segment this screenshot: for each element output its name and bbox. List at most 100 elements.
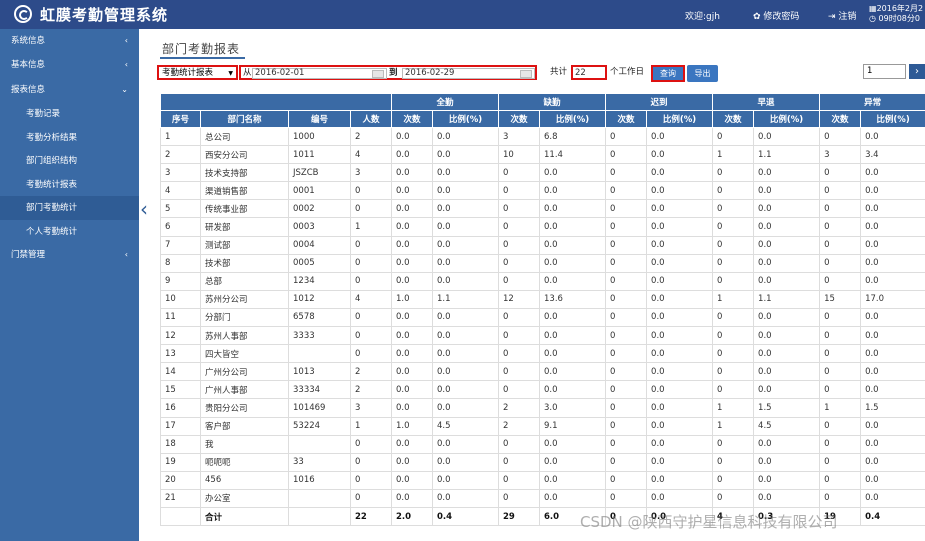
- table-cell: 0: [819, 199, 862, 219]
- sub-header-row: 序号 部门名称 编号 人数 次数 比例(%) 次数 比例(%) 次数 比例(%) 次数 比例(%) 次数…: [160, 110, 925, 128]
- page-number-input[interactable]: 1: [863, 64, 906, 79]
- table-cell: 0.0: [391, 126, 433, 147]
- calendar-icon[interactable]: [520, 70, 532, 78]
- table-cell: 0.0: [646, 253, 714, 273]
- date-to-input[interactable]: 2016-02-29: [402, 68, 535, 79]
- table-cell: 101469: [288, 398, 351, 418]
- table-cell: 0.0: [431, 126, 500, 147]
- table-row: 11 分部门 6578 0 0.0 0.0 0 0.0 0 0.0 0 0.0 0 0.0: [160, 307, 925, 328]
- table-cell: 0.0: [753, 253, 821, 273]
- table-body: 1 总公司 1000 2 0.0 0.0 3 6.8 0 0.0 0 0.0 0 0.0 2 西安分公司 101…: [160, 126, 925, 527]
- table-cell: 12: [498, 289, 541, 309]
- datetime-display: ▦2016年2月2 ◷ 09时08分0: [869, 4, 923, 24]
- table-cell: 2: [498, 398, 541, 418]
- table-cell: 0.0: [646, 398, 714, 418]
- table-cell: 0.0: [646, 199, 714, 219]
- table-cell: 0: [498, 307, 541, 328]
- table-cell: 0: [350, 307, 392, 328]
- sidebar-item-system-info[interactable]: 系统信息 ‹: [0, 29, 139, 53]
- table-cell: 0.0: [539, 163, 607, 183]
- table-cell: 0: [819, 452, 862, 472]
- sidebar-item-label: 个人考勤统计: [26, 227, 78, 237]
- calendar-icon: ▦: [869, 4, 877, 13]
- table-cell: 技术部: [200, 253, 289, 273]
- table-cell: 0.0: [391, 488, 433, 508]
- table-cell: 0: [605, 253, 648, 273]
- table-row: 6 研发部 0003 1 0.0 0.0 0 0.0 0 0.0 0 0.0 0 0.0: [160, 217, 925, 237]
- table-cell: 0.0: [431, 470, 500, 490]
- table-cell: 1.0: [391, 289, 433, 309]
- table-cell: 4.5: [431, 416, 500, 436]
- calendar-icon[interactable]: [372, 70, 384, 78]
- table-cell: 0.0: [391, 362, 433, 382]
- table-cell: 0.0: [860, 235, 925, 255]
- sidebar-item-access-control[interactable]: 门禁管理 ‹: [0, 243, 139, 267]
- table-row: 5 传统事业部 0002 0 0.0 0.0 0 0.0 0 0.0 0 0.0 0 0.0: [160, 199, 925, 219]
- table-cell: 3333: [288, 326, 351, 346]
- change-password-link[interactable]: ✿ 修改密码: [753, 9, 799, 22]
- table-cell: 1: [350, 416, 392, 436]
- sidebar-item-report-info[interactable]: 报表信息 ⌄: [0, 78, 139, 102]
- sidebar-item-attendance-analysis[interactable]: 考勤分析结果: [0, 126, 139, 150]
- table-cell: 0.0: [431, 307, 500, 328]
- table-cell: 0.0: [431, 398, 500, 418]
- total-cell: [288, 506, 351, 527]
- sidebar-item-personal-attendance-stats[interactable]: 个人考勤统计: [0, 220, 139, 244]
- table-cell: 0: [819, 488, 862, 508]
- table-cell: 0.0: [391, 235, 433, 255]
- table-cell: 0.0: [860, 126, 925, 147]
- sidebar-item-dept-attendance-stats[interactable]: 部门考勤统计: [0, 196, 139, 220]
- report-type-value: 考勤统计报表: [162, 68, 214, 78]
- table-cell: 0: [712, 199, 755, 219]
- logout-link[interactable]: ⇥ 注销: [828, 9, 856, 22]
- table-cell: 办公室: [200, 488, 289, 508]
- table-cell: 0.0: [753, 235, 821, 255]
- sidebar-item-label: 门禁管理: [11, 250, 46, 260]
- table-cell: 0: [712, 235, 755, 255]
- table-cell: 0.0: [860, 470, 925, 490]
- sidebar-item-basic-info[interactable]: 基本信息 ‹: [0, 53, 139, 77]
- next-page-icon[interactable]: ›: [909, 64, 925, 79]
- table-header-cell: 比例(%): [646, 110, 714, 128]
- logo-icon: [14, 5, 32, 23]
- table-cell: 广州人事部: [200, 380, 289, 400]
- table-cell: 0.0: [753, 326, 821, 346]
- table-cell: 0: [350, 271, 392, 291]
- date-from-input[interactable]: 2016-02-01: [252, 68, 387, 79]
- table-cell: 0.0: [539, 235, 607, 255]
- table-cell: 0.0: [431, 434, 500, 454]
- table-cell: 0: [498, 326, 541, 346]
- table-cell: 研发部: [200, 217, 289, 237]
- workdays-input[interactable]: 22: [571, 65, 607, 80]
- table-cell: 0.0: [391, 307, 433, 328]
- table-cell: 0.0: [391, 181, 433, 201]
- table-cell: 0: [605, 488, 648, 508]
- table-cell: 技术支持部: [200, 163, 289, 183]
- export-button[interactable]: 导出: [687, 65, 718, 82]
- table-cell: 1: [712, 289, 755, 309]
- table-cell: 0.0: [753, 362, 821, 382]
- table-cell: 13.6: [539, 289, 607, 309]
- sidebar-item-dept-structure[interactable]: 部门组织结构: [0, 149, 139, 173]
- table-cell: 0: [498, 434, 541, 454]
- table-cell: 3.4: [860, 145, 925, 165]
- table-cell: 0.0: [391, 271, 433, 291]
- active-indicator-icon: [139, 197, 151, 221]
- gear-icon: ✿: [753, 12, 761, 22]
- date-text: 2016年2月2: [876, 4, 924, 13]
- table-cell: 1013: [288, 362, 351, 382]
- table-row: 19 呃呃呃 33 0 0.0 0.0 0 0.0 0 0.0 0 0.0 0 0.0: [160, 452, 925, 472]
- table-cell: 0.0: [391, 344, 433, 364]
- table-cell: 0: [350, 434, 392, 454]
- report-type-select[interactable]: 考勤统计报表 ▼: [157, 65, 238, 80]
- table-cell: 16: [160, 398, 201, 418]
- query-button[interactable]: 查询: [651, 65, 685, 82]
- sidebar-item-attendance-records[interactable]: 考勤记录: [0, 102, 139, 126]
- sidebar-item-attendance-report[interactable]: 考勤统计报表: [0, 173, 139, 197]
- table-cell: 0002: [288, 199, 351, 219]
- table-cell: 2: [498, 416, 541, 436]
- table-header-cell: 序号: [160, 110, 201, 128]
- table-cell: 1012: [288, 289, 351, 309]
- change-password-label: 修改密码: [763, 12, 800, 22]
- table-cell: 2: [350, 380, 392, 400]
